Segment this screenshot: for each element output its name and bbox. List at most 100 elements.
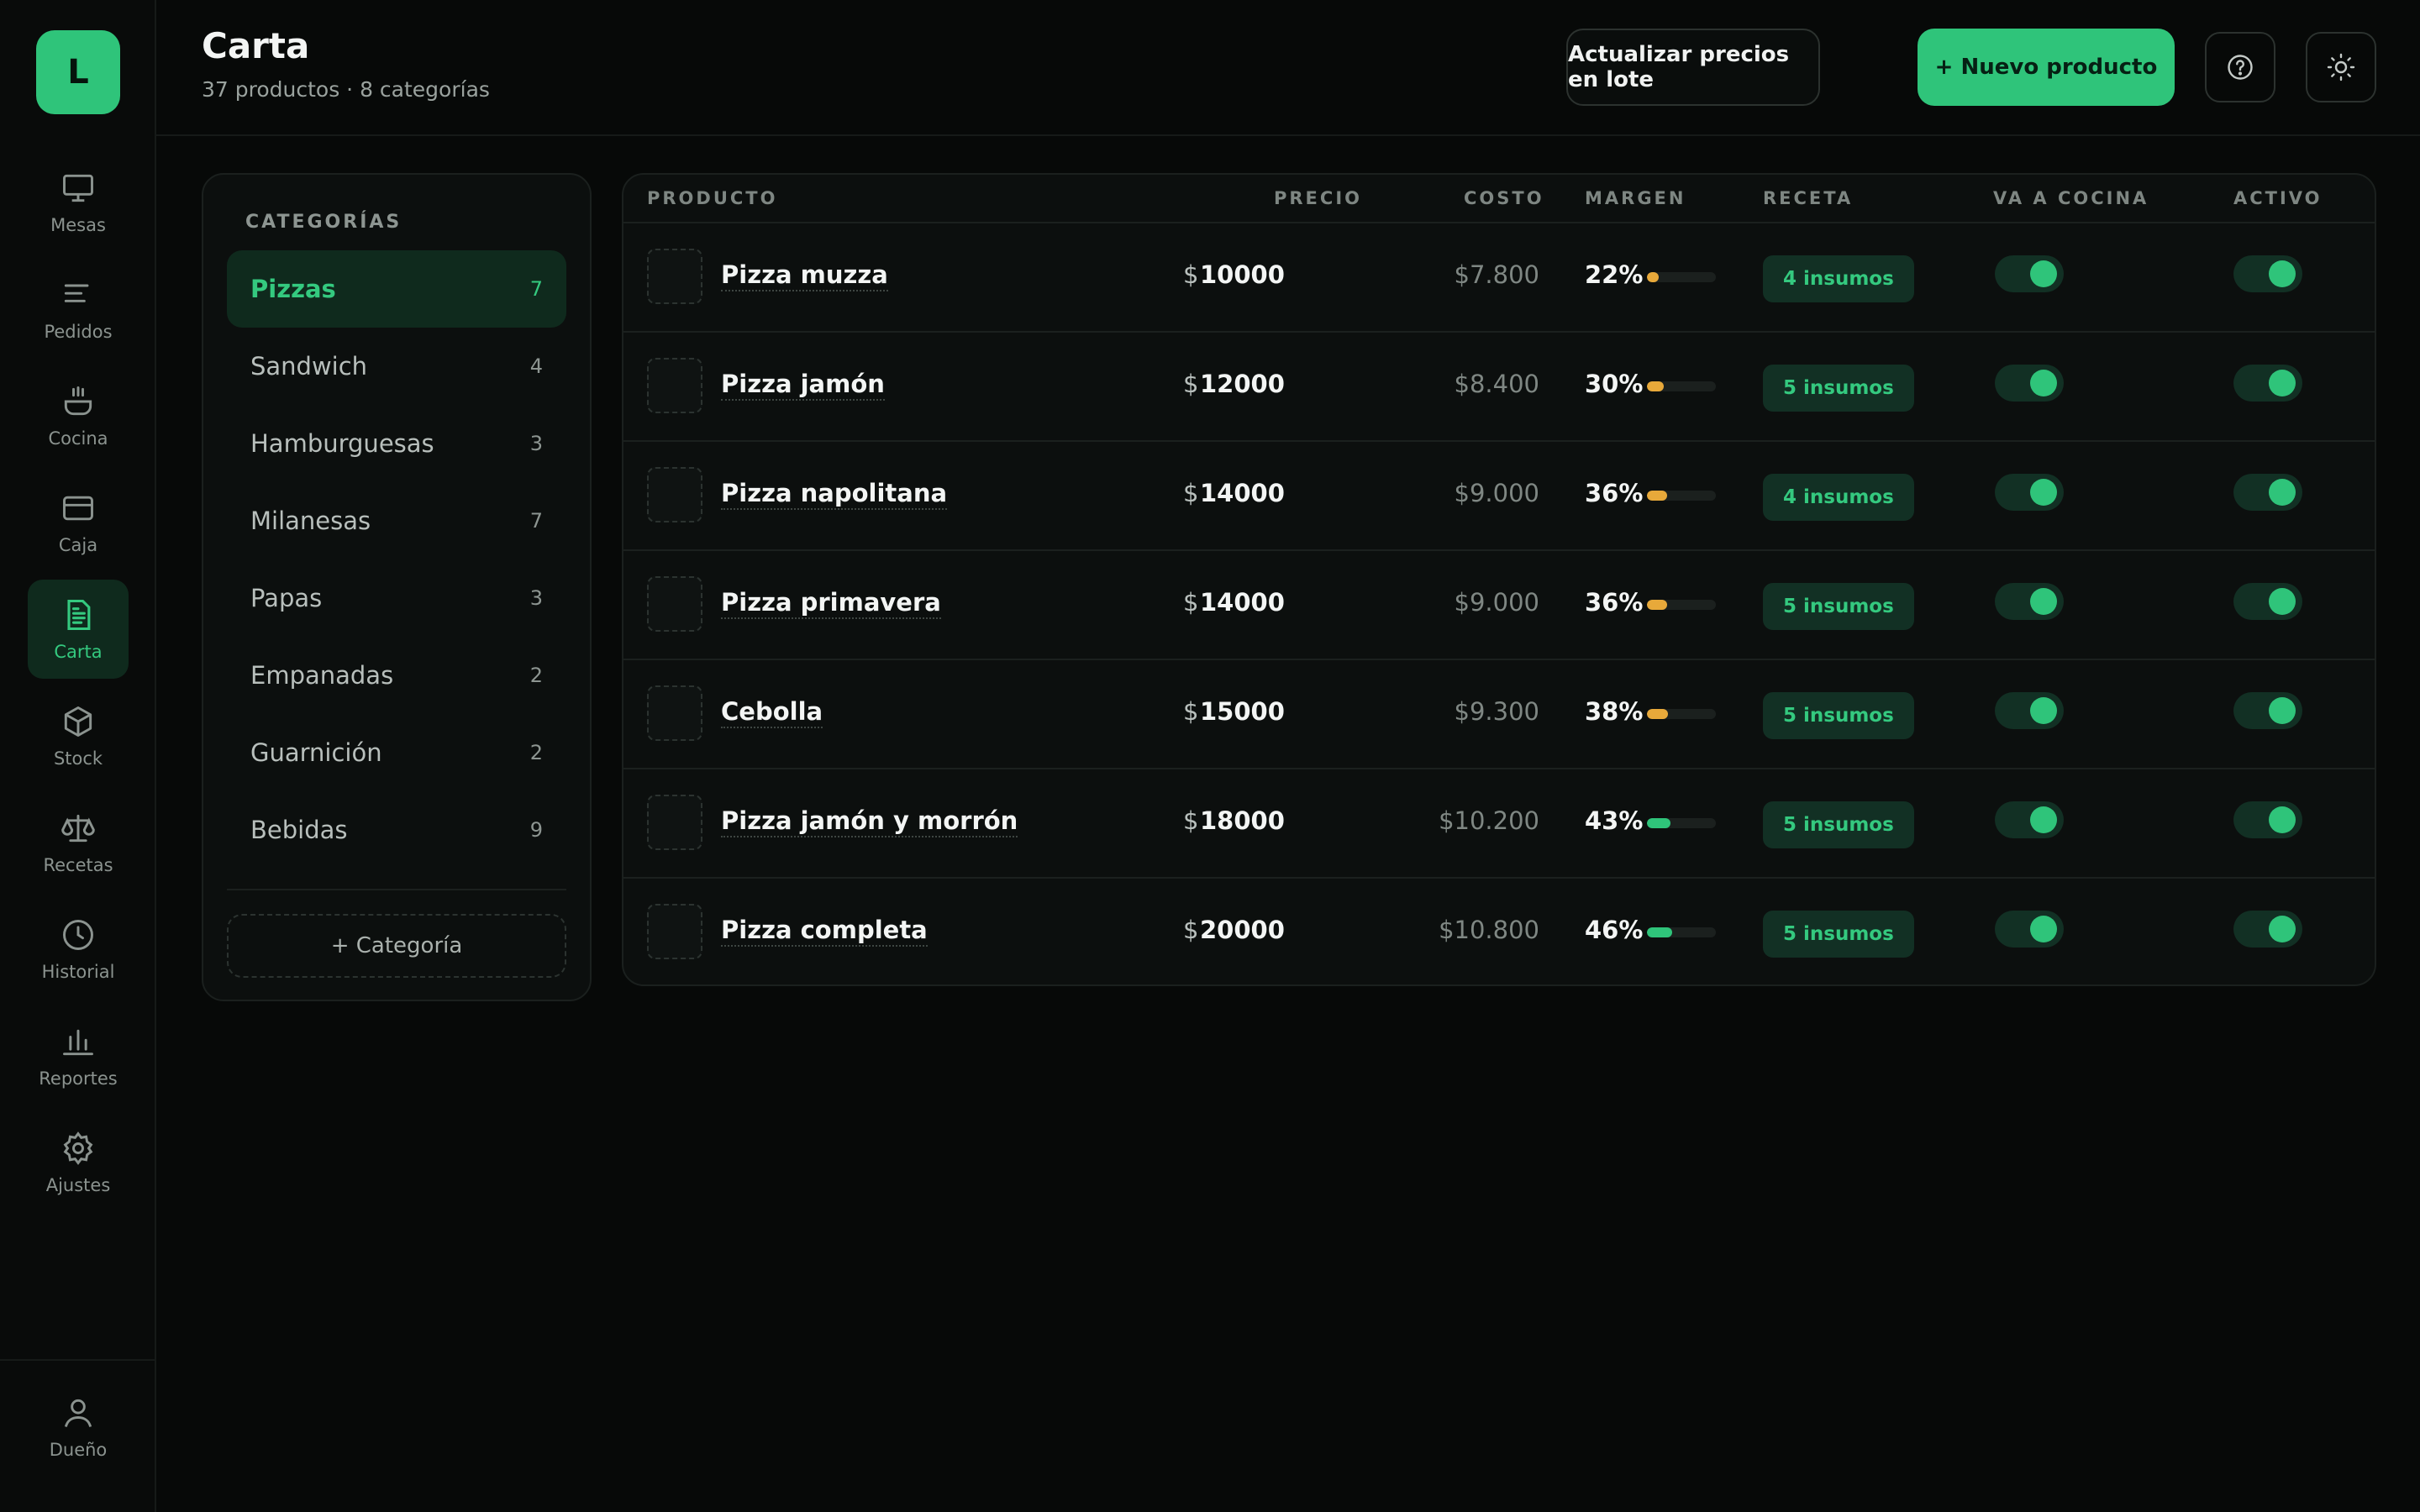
kitchen-toggle[interactable] <box>1995 583 2064 620</box>
recipe-badge[interactable]: 5 insumos <box>1763 911 1914 958</box>
help-button[interactable] <box>2205 32 2275 102</box>
product-name[interactable]: Pizza napolitana <box>721 479 948 510</box>
recipe-badge[interactable]: 4 insumos <box>1763 255 1914 302</box>
product-name[interactable]: Pizza completa <box>721 916 928 947</box>
column-header-cost[interactable]: COSTO <box>1464 175 1544 222</box>
sidebar-item-reportes[interactable]: Reportes <box>28 1006 129 1105</box>
column-header-kitchen[interactable]: VA A COCINA <box>1993 175 2149 222</box>
toggle-knob <box>2269 479 2296 506</box>
price-input[interactable]: 20000 <box>1200 916 1285 944</box>
product-name[interactable]: Cebolla <box>721 697 823 728</box>
table-row[interactable]: Pizza primavera $14000 $9.000 36% 5 insumos <box>623 551 2375 660</box>
kitchen-toggle[interactable] <box>1995 255 2064 292</box>
active-toggle[interactable] <box>2233 692 2302 729</box>
recipe-badge[interactable]: 5 insumos <box>1763 801 1914 848</box>
page-header: Carta 37 productos · 8 categorías Actual… <box>156 0 2420 136</box>
margin-bar-fill <box>1647 381 1664 391</box>
active-toggle[interactable] <box>2233 365 2302 402</box>
sidebar-item-label: Cocina <box>48 428 108 449</box>
kitchen-toggle[interactable] <box>1995 801 2064 838</box>
price-input[interactable]: 14000 <box>1200 479 1285 507</box>
cost-value: $9.000 <box>1454 479 1539 507</box>
product-image-placeholder[interactable] <box>647 467 702 522</box>
table-row[interactable]: Pizza muzza $10000 $7.800 22% 4 insumos <box>623 223 2375 333</box>
price-input[interactable]: 14000 <box>1200 588 1285 617</box>
product-image-placeholder[interactable] <box>647 904 702 959</box>
app-logo[interactable]: L <box>36 30 120 114</box>
table-row[interactable]: Cebolla $15000 $9.300 38% 5 insumos <box>623 660 2375 769</box>
column-header-price[interactable]: PRECIO <box>1274 175 1362 222</box>
sidebar-item-cocina[interactable]: Cocina <box>28 366 129 465</box>
recipe-badge[interactable]: 5 insumos <box>1763 365 1914 412</box>
category-item-guarnicion[interactable]: Guarnición 2 <box>227 714 566 791</box>
active-toggle[interactable] <box>2233 474 2302 511</box>
kitchen-toggle[interactable] <box>1995 365 2064 402</box>
product-image-placeholder[interactable] <box>647 358 702 413</box>
product-image-placeholder[interactable] <box>647 576 702 632</box>
column-header-margin[interactable]: MARGEN <box>1585 175 1686 222</box>
table-row[interactable]: Pizza jamón y morrón $18000 $10.200 43% 5 in… <box>623 769 2375 879</box>
sidebar-item-label: Ajustes <box>45 1175 111 1195</box>
category-item-bebidas[interactable]: Bebidas 9 <box>227 791 566 869</box>
recipe-badge[interactable]: 4 insumos <box>1763 474 1914 521</box>
category-name: Hamburguesas <box>250 429 434 458</box>
column-header-product[interactable]: PRODUCTO <box>647 175 778 222</box>
category-item-milanesas[interactable]: Milanesas 7 <box>227 482 566 559</box>
box-icon <box>64 706 92 737</box>
gear-icon <box>63 1131 93 1165</box>
active-toggle[interactable] <box>2233 801 2302 838</box>
bulk-update-prices-button[interactable]: Actualizar precios en lote <box>1566 29 1820 106</box>
cost-value: $7.800 <box>1454 260 1539 289</box>
sidebar-item-pedidos[interactable]: Pedidos <box>28 260 129 359</box>
category-item-pizzas[interactable]: Pizzas 7 <box>227 250 566 328</box>
page-subtitle: 37 productos · 8 categorías <box>202 77 490 102</box>
theme-toggle-button[interactable] <box>2306 32 2376 102</box>
table-row[interactable]: Pizza napolitana $14000 $9.000 36% 4 insumos <box>623 442 2375 551</box>
product-name[interactable]: Pizza jamón <box>721 370 885 401</box>
category-name: Pizzas <box>250 275 336 303</box>
toggle-knob <box>2030 806 2057 833</box>
active-toggle[interactable] <box>2233 255 2302 292</box>
currency-symbol: $ <box>1183 370 1199 398</box>
column-header-recipe[interactable]: RECETA <box>1763 175 1853 222</box>
table-row[interactable]: Pizza completa $20000 $10.800 46% 5 insumos <box>623 879 2375 984</box>
recipe-badge[interactable]: 5 insumos <box>1763 583 1914 630</box>
product-name[interactable]: Pizza muzza <box>721 260 888 291</box>
currency-symbol: $ <box>1183 260 1199 289</box>
kitchen-toggle[interactable] <box>1995 692 2064 729</box>
sidebar-item-ajustes[interactable]: Ajustes <box>28 1113 129 1212</box>
kitchen-toggle[interactable] <box>1995 911 2064 948</box>
category-item-papas[interactable]: Papas 3 <box>227 559 566 637</box>
sidebar-item-stock[interactable]: Stock <box>28 686 129 785</box>
active-toggle[interactable] <box>2233 583 2302 620</box>
new-product-button[interactable]: + Nuevo producto <box>1918 29 2175 106</box>
category-item-hamburguesas[interactable]: Hamburguesas 3 <box>227 405 566 482</box>
recipe-badge[interactable]: 5 insumos <box>1763 692 1914 739</box>
category-item-sandwich[interactable]: Sandwich 4 <box>227 328 566 405</box>
kitchen-toggle[interactable] <box>1995 474 2064 511</box>
category-item-empanadas[interactable]: Empanadas 2 <box>227 637 566 714</box>
price-input[interactable]: 15000 <box>1200 697 1285 726</box>
page-title: Carta <box>202 25 310 66</box>
margin-value: 30% <box>1585 370 1644 398</box>
price-input[interactable]: 10000 <box>1200 260 1285 289</box>
sidebar-item-carta[interactable]: Carta <box>28 580 129 679</box>
active-toggle[interactable] <box>2233 911 2302 948</box>
product-image-placeholder[interactable] <box>647 249 702 304</box>
column-header-active[interactable]: ACTIVO <box>2233 175 2323 222</box>
sidebar-item-user[interactable]: Dueño <box>28 1378 129 1477</box>
sidebar-item-recetas[interactable]: Recetas <box>28 793 129 892</box>
sidebar-item-mesas[interactable]: Mesas <box>28 153 129 252</box>
sidebar-item-label: Carta <box>54 642 103 662</box>
price-input[interactable]: 12000 <box>1200 370 1285 398</box>
table-row[interactable]: Pizza jamón $12000 $8.400 30% 5 insumos <box>623 333 2375 442</box>
currency-symbol: $ <box>1183 479 1199 507</box>
sidebar-item-historial[interactable]: Historial <box>28 900 129 999</box>
sidebar-item-caja[interactable]: Caja <box>28 473 129 572</box>
add-category-button[interactable]: + Categoría <box>227 914 566 978</box>
product-image-placeholder[interactable] <box>647 795 702 850</box>
product-name[interactable]: Pizza primavera <box>721 588 941 619</box>
product-name[interactable]: Pizza jamón y morrón <box>721 806 1018 837</box>
price-input[interactable]: 18000 <box>1200 806 1285 835</box>
product-image-placeholder[interactable] <box>647 685 702 741</box>
